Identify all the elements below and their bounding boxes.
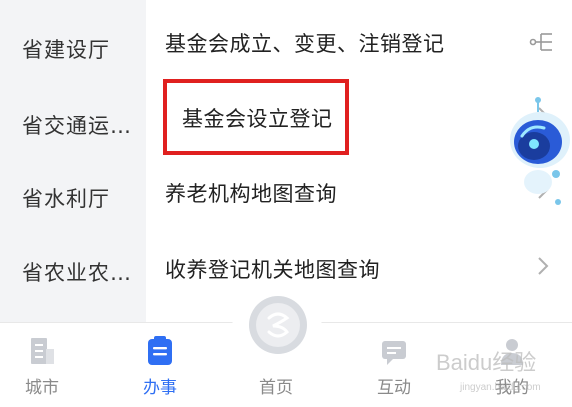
tab-label: 办事 bbox=[143, 378, 177, 398]
app-screen: 省建设厅 省交通运… 省水利厅 省农业农… 基金会成立、变更、注销登记 养老机构… bbox=[0, 0, 572, 407]
tab-interact[interactable]: 互动 bbox=[354, 323, 434, 407]
office-icon bbox=[148, 336, 172, 365]
tab-label: 城市 bbox=[25, 378, 59, 398]
tab-office[interactable]: 办事 bbox=[120, 323, 200, 407]
tree-icon[interactable] bbox=[528, 30, 554, 54]
service-item[interactable]: 收养登记机关地图查询 bbox=[146, 230, 572, 306]
department-item[interactable]: 省交通运… bbox=[22, 110, 132, 140]
interact-icon bbox=[382, 341, 406, 365]
service-label: 基金会设立登记 bbox=[182, 107, 333, 131]
service-label: 收养登记机关地图查询 bbox=[165, 258, 380, 282]
tab-label: 首页 bbox=[259, 378, 293, 398]
service-label: 养老机构地图查询 bbox=[165, 182, 337, 206]
svg-text:jingyan.baidu.com: jingyan.baidu.com bbox=[459, 382, 541, 393]
service-label: 基金会成立、变更、注销登记 bbox=[165, 32, 445, 56]
tab-city[interactable]: 城市 bbox=[2, 323, 82, 407]
city-icon bbox=[31, 338, 54, 364]
department-item[interactable]: 省水利厅 bbox=[22, 183, 110, 213]
chevron-right-icon bbox=[538, 257, 549, 275]
service-item[interactable]: 基金会成立、变更、注销登记 bbox=[146, 4, 572, 80]
home-icon bbox=[256, 303, 300, 347]
department-item[interactable]: 省农业农… bbox=[22, 257, 132, 287]
robot-assistant-icon[interactable] bbox=[500, 96, 572, 216]
tab-label: 互动 bbox=[377, 378, 411, 398]
watermark-logo: Baidu经验 jingyan.baidu.com bbox=[436, 350, 541, 393]
home-button[interactable] bbox=[249, 296, 307, 354]
svg-text:Baidu经验: Baidu经验 bbox=[436, 350, 536, 375]
highlighted-service-item[interactable]: 基金会设立登记 bbox=[163, 79, 349, 155]
department-list: 省建设厅 省交通运… 省水利厅 省农业农… bbox=[0, 0, 146, 322]
department-item[interactable]: 省建设厅 bbox=[22, 34, 110, 64]
